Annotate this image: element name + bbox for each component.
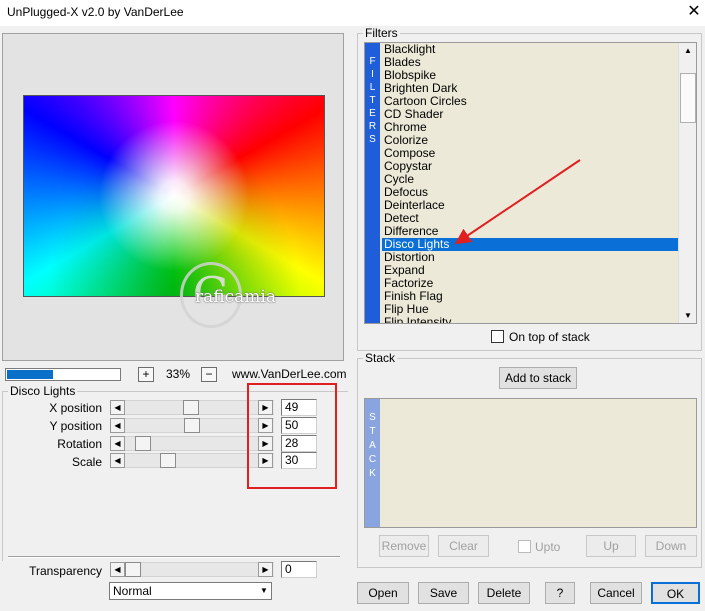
filters-band-letter: L	[369, 82, 376, 93]
stack-band-letter: K	[369, 468, 376, 479]
scroll-up-icon[interactable]: ▲	[680, 43, 696, 58]
stack-listbox[interactable]: STACK	[364, 398, 697, 528]
ok-button[interactable]: OK	[651, 582, 700, 604]
param-label-rotation: Rotation	[57, 437, 102, 451]
filters-band-letter: T	[369, 95, 376, 106]
filters-band: FILTERS	[365, 43, 380, 323]
up-button[interactable]: Up	[586, 535, 636, 557]
stack-band-letter: S	[369, 412, 376, 423]
preview-image	[23, 95, 325, 297]
upto-label: Upto	[535, 540, 561, 554]
stack-band-letter: A	[369, 440, 376, 451]
annotation-highlight	[247, 383, 337, 489]
scrollbar[interactable]: ▲ ▼	[678, 43, 696, 323]
slider-thumb[interactable]	[184, 418, 200, 433]
stack-band: STACK	[365, 399, 380, 527]
slider-left-arrow-icon[interactable]: ◀	[110, 400, 125, 415]
scrollbar-thumb[interactable]	[680, 73, 696, 123]
filters-group-label: Filters	[363, 26, 400, 40]
blend-mode-value: Normal	[113, 584, 152, 598]
help-button[interactable]: ?	[545, 582, 575, 604]
zoom-out-button[interactable]: −	[201, 367, 217, 382]
stack-band-letter: C	[368, 454, 377, 465]
slider-left-arrow-icon[interactable]: ◀	[110, 436, 125, 451]
chevron-down-icon: ▼	[260, 586, 268, 595]
filter-item[interactable]: Flip Intensity	[382, 316, 678, 324]
remove-button[interactable]: Remove	[379, 535, 429, 557]
zoom-level: 33%	[166, 367, 191, 381]
transparency-label: Transparency	[29, 564, 102, 578]
on-top-checkbox[interactable]	[491, 330, 504, 343]
filters-band-letter: R	[368, 121, 377, 132]
window-title: UnPlugged-X v2.0 by VanDerLee	[7, 5, 184, 19]
close-button[interactable]: ✕	[683, 2, 705, 22]
divider	[8, 556, 340, 558]
open-button[interactable]: Open	[357, 582, 409, 604]
watermark-text: raficamia	[195, 287, 276, 307]
clear-button[interactable]: Clear	[438, 535, 489, 557]
transparency-field[interactable]: 0	[281, 561, 317, 578]
down-button[interactable]: Down	[645, 535, 697, 557]
params-group-label: Disco Lights	[8, 384, 78, 398]
zoom-in-button[interactable]: +	[138, 367, 154, 382]
slider-thumb[interactable]	[160, 453, 176, 468]
filter-item[interactable]: Blacklight	[382, 43, 678, 56]
slider-thumb[interactable]	[135, 436, 151, 451]
slider-thumb[interactable]	[125, 562, 141, 577]
add-to-stack-button[interactable]: Add to stack	[499, 367, 577, 389]
param-label-x-position: X position	[49, 401, 102, 415]
slider-left-arrow-icon[interactable]: ◀	[110, 418, 125, 433]
slider-left-arrow-icon[interactable]: ◀	[110, 453, 125, 468]
upto-checkbox[interactable]	[518, 540, 531, 553]
progress-fill	[7, 370, 53, 379]
stack-group-label: Stack	[363, 351, 398, 365]
annotation-arrow	[454, 159, 581, 245]
filters-band-letter: S	[369, 134, 376, 145]
filters-band-letter: I	[371, 69, 374, 80]
website-link[interactable]: www.VanDerLee.com	[232, 367, 347, 381]
on-top-label: On top of stack	[509, 330, 590, 344]
slider-right-arrow-icon[interactable]: ▶	[258, 562, 273, 577]
save-button[interactable]: Save	[418, 582, 469, 604]
scroll-down-icon[interactable]: ▼	[680, 308, 696, 323]
param-label-y-position: Y position	[49, 419, 102, 433]
cancel-button[interactable]: Cancel	[590, 582, 642, 604]
slider-left-arrow-icon[interactable]: ◀	[110, 562, 125, 577]
progress-bar	[5, 368, 121, 381]
filters-band-letter: F	[369, 56, 376, 67]
stack-band-letter: T	[369, 426, 376, 437]
delete-button[interactable]: Delete	[478, 582, 530, 604]
filters-band-letter: E	[369, 108, 376, 119]
blend-mode-select[interactable]: Normal ▼	[109, 582, 272, 600]
slider-thumb[interactable]	[183, 400, 199, 415]
param-label-scale: Scale	[71, 455, 102, 469]
